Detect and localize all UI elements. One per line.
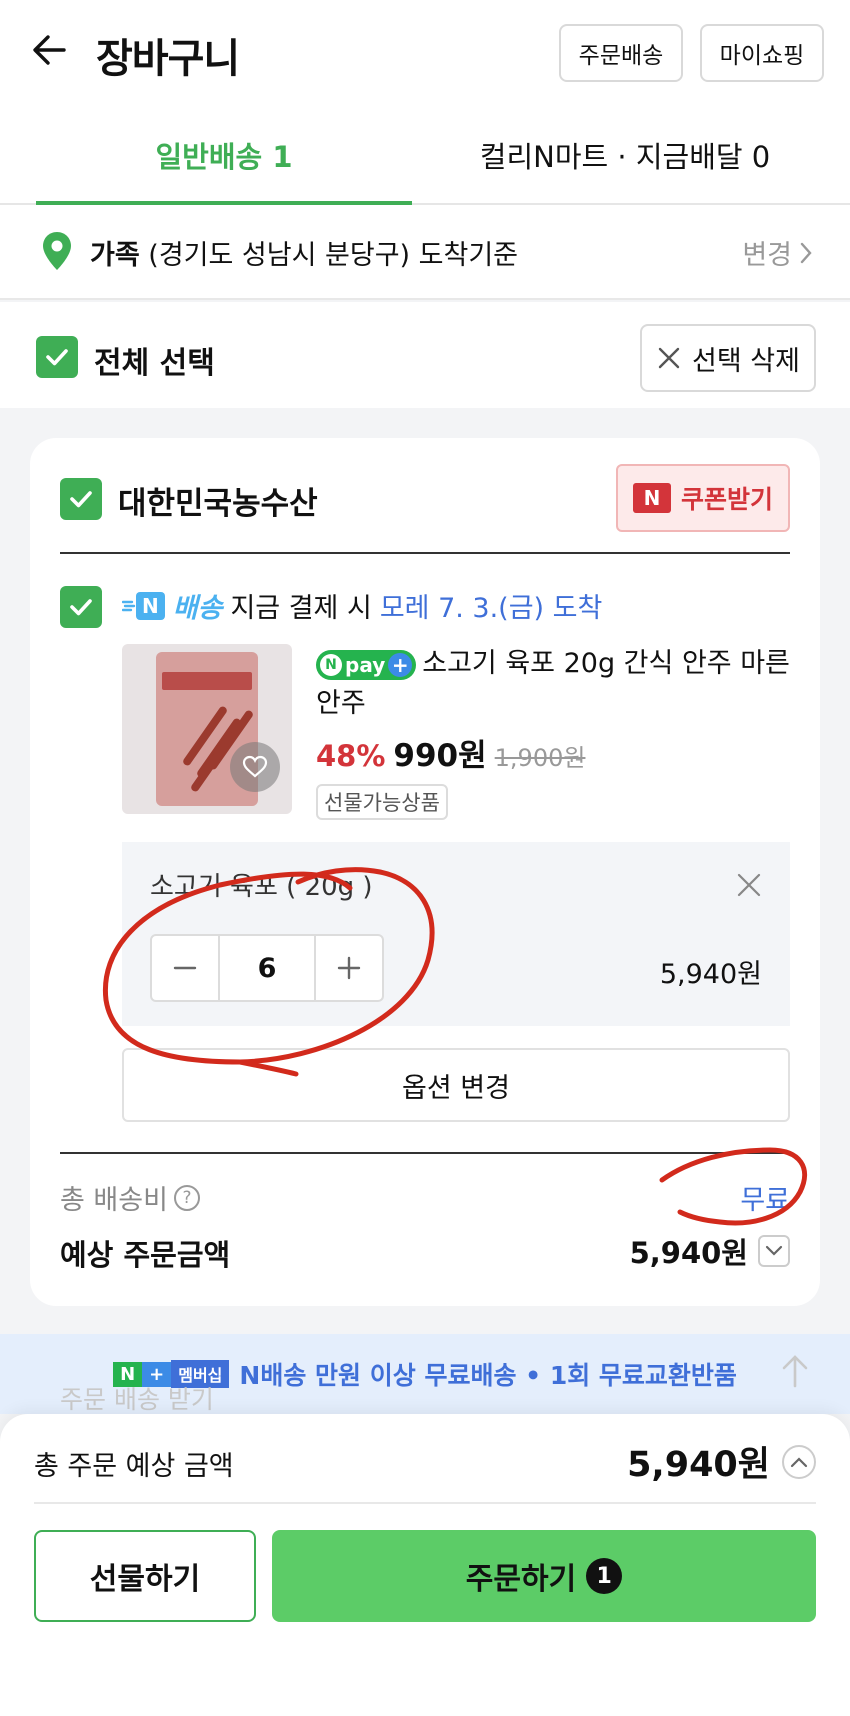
item-checkbox[interactable] bbox=[60, 586, 102, 628]
expand-details-button[interactable] bbox=[758, 1235, 790, 1267]
delivery-tabs: 일반배송 1 컬리N마트 · 지금배달 0 bbox=[0, 105, 850, 206]
order-summary-sheet: 총 주문 예상 금액 5,940원 선물하기 주문하기 1 bbox=[0, 1414, 850, 1716]
address-detail: (경기도 성남시 분당구) 도착기준 bbox=[148, 240, 519, 271]
npay-plus-badge: N pay + bbox=[316, 649, 417, 680]
delivery-address-bar: 가족 (경기도 성남시 분당구) 도착기준 변경 bbox=[0, 205, 850, 300]
coupon-button[interactable]: N 쿠폰받기 bbox=[616, 464, 790, 532]
divider bbox=[60, 1152, 790, 1154]
quantity-value[interactable]: 6 bbox=[218, 936, 316, 1000]
sale-price: 990원 bbox=[393, 738, 487, 774]
estimated-order-label: 예상 주문금액 bbox=[60, 1238, 231, 1272]
chevron-up-icon bbox=[790, 1456, 808, 1467]
n-delivery-badge: N bbox=[136, 591, 165, 620]
back-button[interactable] bbox=[28, 28, 72, 72]
option-box: 소고기 육포 ( 20g ) 6 5,940원 bbox=[122, 842, 790, 1026]
check-icon bbox=[70, 491, 92, 508]
discount-rate: 48% bbox=[316, 739, 386, 773]
address-text: 가족 (경기도 성남시 분당구) 도착기준 bbox=[90, 233, 518, 272]
wishlist-button[interactable] bbox=[230, 742, 280, 792]
heart-icon bbox=[242, 755, 268, 778]
scroll-top-button[interactable] bbox=[780, 1354, 810, 1392]
select-all-label: 전체 선택 bbox=[94, 346, 215, 381]
change-option-button[interactable]: 옵션 변경 bbox=[122, 1048, 790, 1122]
plus-icon: + bbox=[388, 652, 413, 677]
shipping-fee-label: 총 배송비 ? bbox=[60, 1178, 200, 1217]
header: 장바구니 주문배송 마이쇼핑 bbox=[0, 0, 850, 105]
select-all-checkbox[interactable] bbox=[36, 336, 78, 378]
order-count-badge: 1 bbox=[586, 1558, 623, 1594]
n-delivery-truck-icon: N bbox=[122, 591, 165, 620]
faded-section-text: 주문 배송 받기 bbox=[60, 1385, 214, 1414]
address-name: 가족 bbox=[90, 240, 140, 271]
arrow-left-icon bbox=[33, 35, 66, 65]
product-thumbnail[interactable] bbox=[122, 644, 292, 814]
estimated-order-value: 5,940원 bbox=[629, 1236, 748, 1270]
order-button[interactable]: 주문하기 1 bbox=[272, 1530, 816, 1622]
option-price: 5,940원 bbox=[659, 959, 762, 990]
original-price: 1,900원 bbox=[494, 744, 586, 772]
store-name: 대한민국농수산 bbox=[118, 486, 318, 522]
close-icon bbox=[658, 347, 680, 369]
gift-button[interactable]: 선물하기 bbox=[34, 1530, 256, 1622]
divider bbox=[34, 1502, 816, 1504]
coupon-label: 쿠폰받기 bbox=[680, 485, 773, 514]
arrow-up-icon bbox=[782, 1355, 808, 1388]
order-delivery-button[interactable]: 주문배송 bbox=[559, 24, 683, 82]
quantity-stepper: 6 bbox=[150, 934, 384, 1002]
store-card: 대한민국농수산 N 쿠폰받기 N 배송 지금 결제 시 모레 7. 3.(금) … bbox=[30, 438, 820, 1306]
shipping-eta: N 배송 지금 결제 시 모레 7. 3.(금) 도착 bbox=[122, 586, 602, 625]
order-label: 주문하기 bbox=[465, 1562, 577, 1597]
store-checkbox[interactable] bbox=[60, 478, 102, 520]
minus-icon bbox=[173, 966, 197, 970]
delete-selected-label: 선택 삭제 bbox=[692, 345, 800, 377]
tab-kurly-nmart[interactable]: 컬리N마트 · 지금배달 0 bbox=[440, 105, 810, 205]
divider bbox=[60, 552, 790, 554]
chevron-right-icon bbox=[800, 242, 812, 263]
product-name-row[interactable]: N pay + 소고기 육포 20g 간식 안주 마른안주 bbox=[316, 644, 796, 724]
check-icon bbox=[46, 349, 68, 366]
remove-option-button[interactable] bbox=[736, 872, 762, 902]
gift-available-tag: 선물가능상품 bbox=[316, 784, 448, 820]
total-value: 5,940원 bbox=[627, 1445, 770, 1485]
option-name: 소고기 육포 ( 20g ) bbox=[150, 872, 373, 902]
increase-quantity-button[interactable] bbox=[316, 936, 382, 1000]
shipping-fee-text: 총 배송비 bbox=[60, 1185, 168, 1216]
total-amount: 5,940원 bbox=[627, 1436, 816, 1487]
shipping-fee-value: 무료 bbox=[740, 1185, 790, 1216]
estimated-order-amount: 5,940원 bbox=[630, 1230, 790, 1272]
total-label: 총 주문 예상 금액 bbox=[34, 1451, 234, 1482]
delete-selected-button[interactable]: 선택 삭제 bbox=[640, 324, 816, 392]
location-pin-icon bbox=[43, 232, 71, 270]
naver-n-badge: N bbox=[632, 483, 671, 513]
npay-n-mark: N bbox=[320, 653, 342, 676]
select-all-bar: 전체 선택 선택 삭제 bbox=[0, 302, 850, 408]
close-icon bbox=[737, 873, 761, 897]
collapse-summary-button[interactable] bbox=[782, 1444, 816, 1479]
plus-icon bbox=[337, 956, 361, 980]
npay-label: pay bbox=[345, 652, 386, 677]
tab-standard-delivery[interactable]: 일반배송 1 bbox=[36, 105, 412, 205]
page-title: 장바구니 bbox=[96, 36, 240, 82]
address-change-label: 변경 bbox=[742, 240, 792, 271]
help-icon[interactable]: ? bbox=[173, 1184, 200, 1211]
address-change-button[interactable]: 변경 bbox=[742, 233, 814, 272]
decrease-quantity-button[interactable] bbox=[152, 936, 218, 1000]
arrival-date: 모레 7. 3.(금) 도착 bbox=[379, 593, 603, 624]
package-title-band bbox=[162, 672, 252, 690]
ship-text: 지금 결제 시 bbox=[230, 593, 372, 624]
chevron-down-icon bbox=[765, 1245, 783, 1256]
membership-text: N배송 만원 이상 무료배송 • 1회 무료교환반품 bbox=[239, 1361, 737, 1390]
price-row: 48% 990원 1,900원 bbox=[316, 730, 585, 775]
my-shopping-button[interactable]: 마이쇼핑 bbox=[700, 24, 824, 82]
n-delivery-label: 배송 bbox=[172, 593, 223, 624]
check-icon bbox=[70, 599, 92, 616]
